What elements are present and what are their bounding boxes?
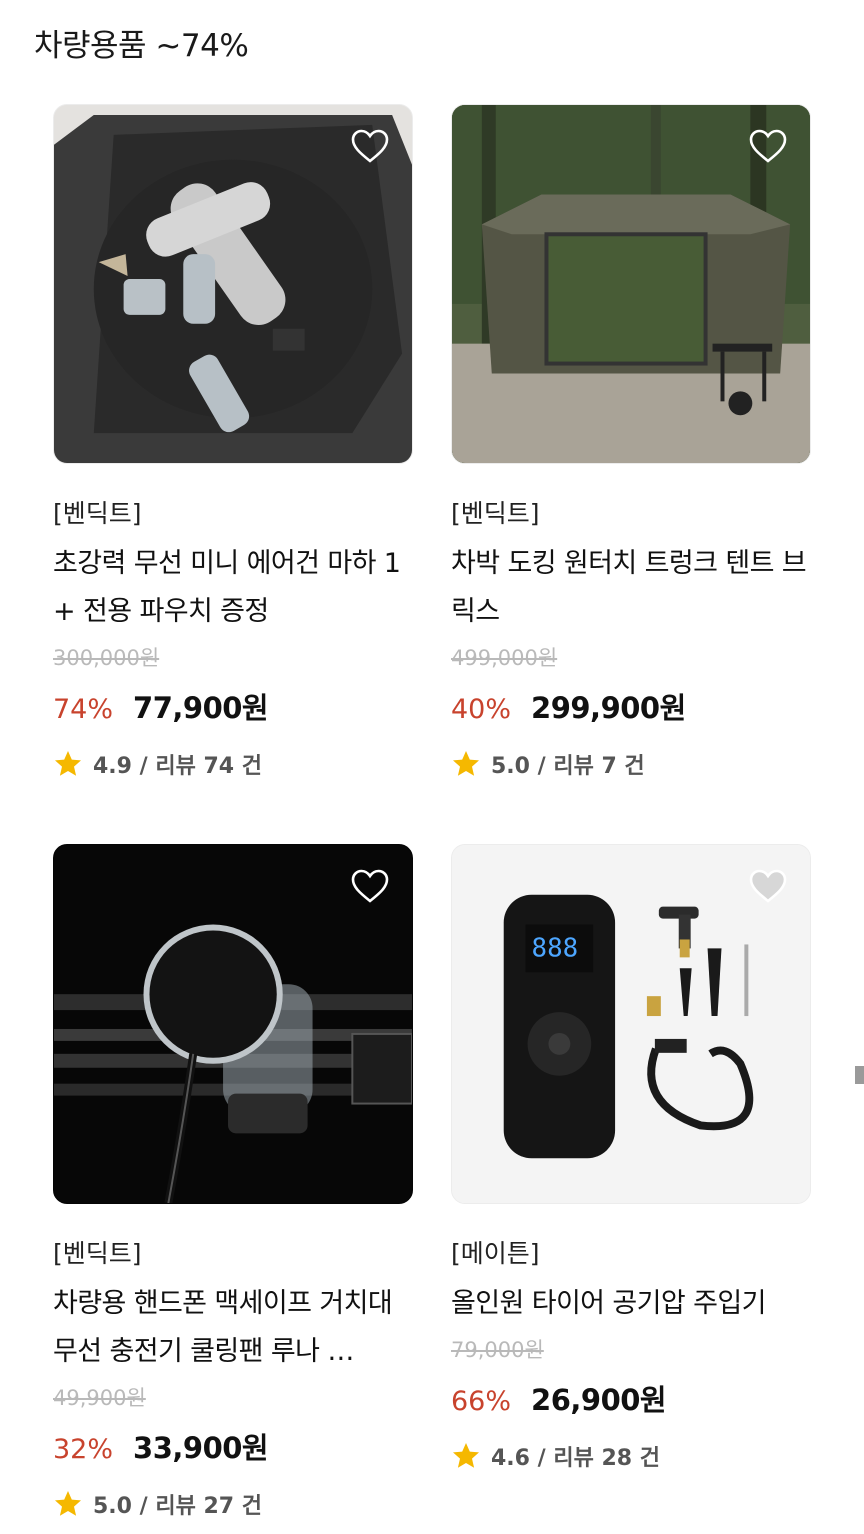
heart-icon[interactable] xyxy=(748,867,788,907)
sale-price: 77,900원 xyxy=(133,691,269,725)
product-name[interactable]: 초강력 무선 미니 에어건 마하 1 + 전용 파우치 증정 xyxy=(53,540,413,636)
product-brand: [벤딕트] xyxy=(53,1239,142,1268)
heart-icon[interactable] xyxy=(350,127,390,167)
original-price: 79,000원 xyxy=(451,1338,544,1362)
product-brand: [벤딕트] xyxy=(451,499,540,528)
star-icon xyxy=(453,1443,479,1468)
rating-text: 4.6 / 리뷰 28 건 xyxy=(491,1446,660,1471)
product-image[interactable] xyxy=(451,104,811,464)
product-image[interactable] xyxy=(53,844,413,1204)
star-icon xyxy=(55,751,81,776)
sale-price: 299,900원 xyxy=(531,691,686,725)
sale-price: 33,900원 xyxy=(133,1431,269,1465)
product-name[interactable]: 차량용 핸드폰 맥세이프 거치대 무선 충전기 쿨링팬 루나 … xyxy=(53,1280,413,1376)
original-price: 499,000원 xyxy=(451,646,558,670)
original-price: 49,900원 xyxy=(53,1386,146,1410)
rating-text: 5.0 / 리뷰 7 건 xyxy=(491,754,645,779)
heart-icon[interactable] xyxy=(350,867,390,907)
discount-rate: 74% xyxy=(53,694,114,725)
scrollbar-handle[interactable] xyxy=(855,1066,864,1084)
product-brand: [벤딕트] xyxy=(53,499,142,528)
star-icon xyxy=(453,751,479,776)
product-card[interactable]: [벤딕트] 초강력 무선 미니 에어건 마하 1 + 전용 파우치 증정 300… xyxy=(53,104,413,780)
heart-icon[interactable] xyxy=(748,127,788,167)
original-price: 300,000원 xyxy=(53,646,160,670)
star-icon xyxy=(55,1491,81,1516)
product-card[interactable]: 888 [메이튼] 올인원 타이어 공기압 주입기 79,000원 66% 26… xyxy=(451,844,811,1472)
discount-rate: 40% xyxy=(451,694,512,725)
section-title: 차량용품 ~74% xyxy=(34,28,249,64)
rating-text: 5.0 / 리뷰 27 건 xyxy=(93,1494,262,1519)
discount-rate: 66% xyxy=(451,1386,512,1417)
product-card[interactable]: [벤딕트] 차박 도킹 원터치 트렁크 텐트 브릭스 499,000원 40% … xyxy=(451,104,811,780)
rating-text: 4.9 / 리뷰 74 건 xyxy=(93,754,262,779)
product-image[interactable]: 888 xyxy=(451,844,811,1204)
product-brand: [메이튼] xyxy=(451,1239,540,1268)
pump-display-digits: 888 xyxy=(532,933,579,963)
sale-price: 26,900원 xyxy=(531,1383,667,1417)
discount-rate: 32% xyxy=(53,1434,114,1465)
product-name[interactable]: 차박 도킹 원터치 트렁크 텐트 브릭스 xyxy=(451,540,811,636)
product-image[interactable] xyxy=(53,104,413,464)
product-card[interactable]: [벤딕트] 차량용 핸드폰 맥세이프 거치대 무선 충전기 쿨링팬 루나 … 4… xyxy=(53,844,413,1520)
